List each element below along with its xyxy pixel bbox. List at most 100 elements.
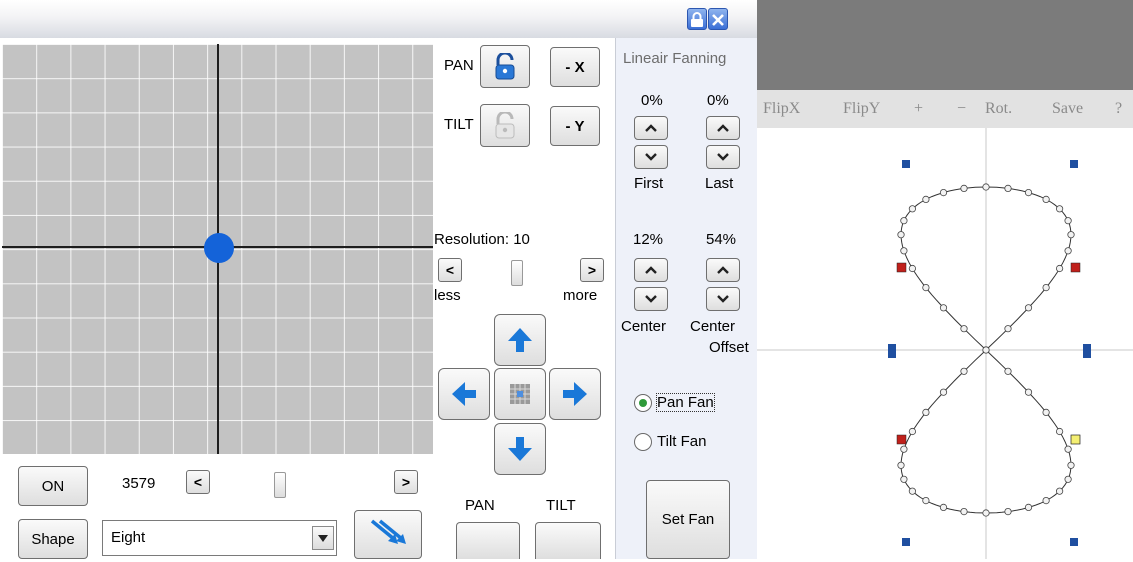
move-down-button[interactable] <box>494 423 546 475</box>
shape-point <box>1055 264 1064 273</box>
shape-button[interactable]: Shape <box>18 519 88 559</box>
handle-mid-left[interactable] <box>888 344 896 358</box>
pan-lock-button[interactable] <box>480 45 530 88</box>
handle-bottom-right[interactable] <box>1070 538 1078 546</box>
invert-y-button[interactable]: - Y <box>550 106 600 146</box>
position-left-button[interactable]: < <box>186 470 210 494</box>
tilt-bottom-button[interactable] <box>535 522 601 559</box>
pan-fan-radio[interactable] <box>634 394 652 412</box>
shape-point <box>1042 284 1050 292</box>
save-button[interactable]: Save <box>1052 100 1083 118</box>
position-grid[interactable] <box>2 44 433 454</box>
shape-preview <box>757 128 1133 559</box>
last-down-button[interactable] <box>706 145 740 169</box>
direction-button[interactable] <box>354 510 422 559</box>
chevron-up-icon <box>645 124 657 132</box>
shape-point <box>1064 475 1072 483</box>
shape-point <box>960 507 968 516</box>
shape-point <box>900 217 908 225</box>
chevron-down-icon <box>645 153 657 161</box>
first-up-button[interactable] <box>634 116 668 140</box>
flipx-button[interactable]: FlipX <box>763 100 800 118</box>
marker-lower-right[interactable] <box>1070 434 1081 445</box>
handle-top-right[interactable] <box>1070 160 1078 168</box>
arrow-down-icon <box>508 437 532 461</box>
rotate-button[interactable]: Rot. <box>985 100 1012 118</box>
shape-point <box>900 247 908 255</box>
shape-point <box>1064 445 1072 453</box>
lock-window-button[interactable] <box>687 8 707 30</box>
less-label: less <box>434 287 461 304</box>
move-up-button[interactable] <box>494 314 546 366</box>
move-right-button[interactable] <box>549 368 601 420</box>
set-fan-button[interactable]: Set Fan <box>646 480 730 559</box>
pan-bottom-button[interactable] <box>456 522 520 559</box>
shape-point <box>960 367 968 375</box>
zoom-in-button[interactable]: + <box>914 100 923 118</box>
on-button[interactable]: ON <box>18 466 88 506</box>
position-slider-thumb[interactable] <box>274 472 286 498</box>
shape-point <box>939 503 948 511</box>
move-left-button[interactable] <box>438 368 490 420</box>
shape-point <box>922 284 930 292</box>
chevron-up-icon <box>717 266 729 274</box>
marker-upper-right[interactable] <box>1070 262 1081 273</box>
center-offset-down-button[interactable] <box>706 287 740 311</box>
preview-header <box>757 0 1133 90</box>
shape-point <box>982 509 990 517</box>
position-cursor[interactable] <box>204 233 234 263</box>
close-window-button[interactable] <box>708 8 728 30</box>
more-label: more <box>563 287 598 304</box>
center-button[interactable] <box>494 368 546 420</box>
help-button[interactable]: ? <box>1115 100 1122 118</box>
arrow-up-icon <box>508 328 532 352</box>
handle-mid-right[interactable] <box>1083 344 1091 358</box>
shape-point <box>982 183 990 191</box>
tilt-bottom-label: TILT <box>546 497 576 514</box>
tilt-lock-button[interactable] <box>480 104 530 147</box>
center-offset-value: 54% <box>706 231 737 248</box>
position-slider[interactable] <box>214 472 386 498</box>
tilt-fan-label[interactable]: Tilt Fan <box>657 433 706 450</box>
position-right-button[interactable]: > <box>394 470 418 494</box>
diagonal-arrows-icon <box>370 519 406 544</box>
center-offset-up-button[interactable] <box>706 258 740 282</box>
shape-point <box>922 408 930 416</box>
shape-select[interactable]: Eight <box>102 520 337 556</box>
shape-preview-canvas[interactable] <box>757 128 1133 559</box>
shape-point <box>1004 507 1012 516</box>
shape-dropdown-button[interactable] <box>312 526 334 550</box>
resolution-less-button[interactable]: < <box>438 258 462 282</box>
chevron-up-icon <box>645 266 657 274</box>
handle-top-left[interactable] <box>902 160 910 168</box>
shape-point <box>1064 247 1072 255</box>
unlocked-icon <box>495 52 515 79</box>
tilt-label: TILT <box>444 116 474 133</box>
shape-point <box>1004 367 1012 375</box>
invert-x-button[interactable]: - X <box>550 47 600 87</box>
resolution-more-button[interactable]: > <box>580 258 604 282</box>
shape-point <box>939 188 948 197</box>
tilt-fan-radio[interactable] <box>634 433 652 451</box>
marker-lower-left[interactable] <box>896 434 907 445</box>
center-up-button[interactable] <box>634 258 668 282</box>
shape-point <box>908 205 916 213</box>
first-down-button[interactable] <box>634 145 668 169</box>
resolution-slider[interactable] <box>463 260 578 286</box>
zoom-out-button[interactable]: − <box>957 100 966 118</box>
resolution-label: Resolution: 10 <box>434 231 530 248</box>
unlocked-icon <box>495 111 515 138</box>
position-value: 3579 <box>122 475 156 492</box>
flipy-button[interactable]: FlipY <box>843 100 880 118</box>
shape-select-value: Eight <box>111 529 146 546</box>
resolution-slider-thumb[interactable] <box>511 260 523 286</box>
marker-upper-left[interactable] <box>896 262 907 273</box>
shape-point <box>1042 195 1050 204</box>
shape-point <box>900 445 908 453</box>
shape-point <box>922 496 930 505</box>
center-down-button[interactable] <box>634 287 668 311</box>
handle-bottom-left[interactable] <box>902 538 910 546</box>
last-up-button[interactable] <box>706 116 740 140</box>
pan-fan-label[interactable]: Pan Fan <box>656 393 715 412</box>
shape-point <box>900 475 908 483</box>
